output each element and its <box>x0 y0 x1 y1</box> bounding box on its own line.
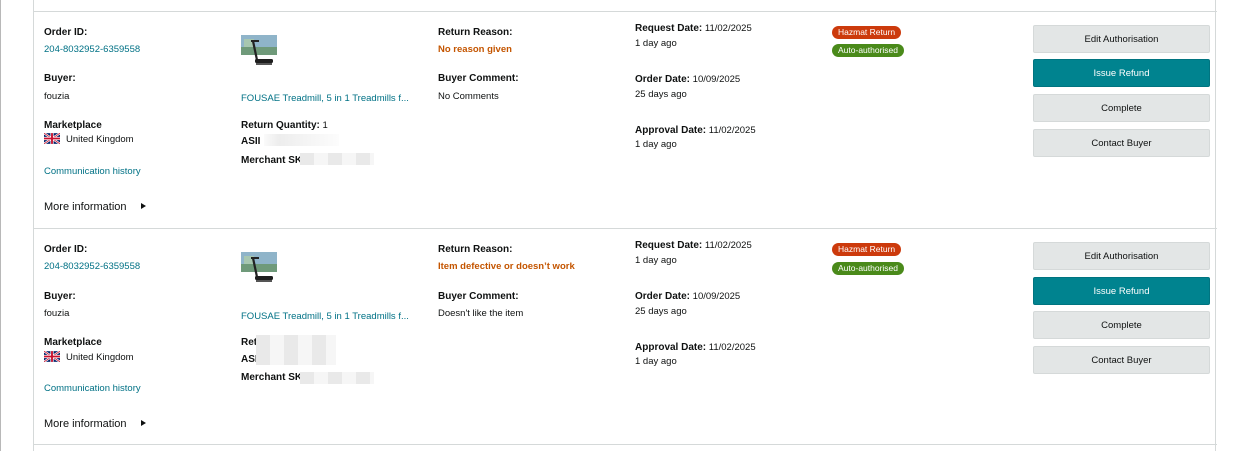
order-date-label: Order Date: <box>635 74 691 85</box>
return-reason-label: Return Reason: <box>438 27 513 38</box>
buyer-comment-value: No Comments <box>438 91 499 102</box>
return-reason-label: Return Reason: <box>438 244 513 255</box>
order-date-ago: 25 days ago <box>635 306 687 317</box>
merchant-sku-label: Merchant SK <box>241 155 303 166</box>
approval-date-ago: 1 day ago <box>635 139 677 150</box>
buyer-comment-label: Buyer Comment: <box>438 73 519 84</box>
approval-date: Approval Date: 11/02/2025 <box>635 342 756 353</box>
communication-history-link[interactable]: Communication history <box>44 383 141 394</box>
buyer-comment-label: Buyer Comment: <box>438 291 519 302</box>
redacted-asin <box>256 335 336 365</box>
hazmat-return-badge: Hazmat Return <box>832 26 902 39</box>
return-quantity: Return Quantity: 1 <box>241 120 328 131</box>
buyer-name: fouzia <box>44 308 70 319</box>
order-id-link[interactable]: 204-8032952-6359558 <box>44 261 140 272</box>
return-row: Order ID: 204-8032952-6359558 Buyer: fou… <box>34 228 1217 445</box>
edit-authorisation-button[interactable]: Edit Authorisation <box>1033 25 1210 53</box>
approval-date: Approval Date: 11/02/2025 <box>635 125 756 136</box>
marketplace-label: Marketplace <box>44 337 102 348</box>
order-id-label: Order ID: <box>44 27 88 38</box>
marketplace-label: Marketplace <box>44 120 102 131</box>
returns-list: Order ID: 204-8032952-6359558 Buyer: fou… <box>33 0 1217 451</box>
marketplace-value: United Kingdom <box>44 133 134 145</box>
uk-flag-icon <box>44 133 60 144</box>
manage-returns-page: Order ID: 204-8032952-6359558 Buyer: fou… <box>0 0 1255 451</box>
request-date-label: Request Date: <box>635 240 703 251</box>
approval-date-ago: 1 day ago <box>635 356 677 367</box>
triangle-right-icon <box>140 203 146 209</box>
more-information-label: More information <box>44 201 127 213</box>
order-date-value: 10/09/2025 <box>692 291 741 302</box>
auto-authorised-badge: Auto-authorised <box>832 44 905 57</box>
buyer-name: fouzia <box>44 91 70 102</box>
buyer-label: Buyer: <box>44 73 76 84</box>
redacted-asin <box>264 134 339 146</box>
order-date-ago: 25 days ago <box>635 89 687 100</box>
request-date-value: 11/02/2025 <box>704 23 752 34</box>
order-id-label: Order ID: <box>44 244 88 255</box>
more-information-toggle[interactable]: More information <box>44 201 146 213</box>
marketplace-name: United Kingdom <box>66 352 134 363</box>
request-date-label: Request Date: <box>635 23 703 34</box>
treadmill-image-icon <box>241 252 277 282</box>
order-date-value: 10/09/2025 <box>692 74 741 85</box>
complete-button[interactable]: Complete <box>1033 311 1210 339</box>
communication-history-link[interactable]: Communication history <box>44 166 141 177</box>
request-date-ago: 1 day ago <box>635 255 677 266</box>
return-row: Order ID: 204-8032952-6359558 Buyer: fou… <box>34 11 1217 228</box>
return-reason-value: Item defective or doesn’t work <box>438 261 575 272</box>
order-date-label: Order Date: <box>635 291 691 302</box>
buyer-comment-value: Doesn't like the item <box>438 308 524 319</box>
issue-refund-button[interactable]: Issue Refund <box>1033 59 1210 87</box>
edit-authorisation-button[interactable]: Edit Authorisation <box>1033 242 1210 270</box>
complete-button[interactable]: Complete <box>1033 94 1210 122</box>
product-title-link[interactable]: FOUSAE Treadmill, 5 in 1 Treadmills f... <box>241 311 409 322</box>
asin-label: ASII <box>241 136 261 147</box>
marketplace-value: United Kingdom <box>44 351 134 363</box>
issue-refund-button[interactable]: Issue Refund <box>1033 277 1210 305</box>
approval-date-label: Approval Date: <box>635 342 707 353</box>
approval-date-value: 11/02/2025 <box>708 342 756 353</box>
return-quantity-label: Return Quantity: <box>241 120 320 131</box>
product-thumbnail[interactable] <box>241 33 277 74</box>
merchant-sku-label: Merchant SK <box>241 372 303 383</box>
contact-buyer-button[interactable]: Contact Buyer <box>1033 129 1210 157</box>
contact-buyer-button[interactable]: Contact Buyer <box>1033 346 1210 374</box>
order-id-link[interactable]: 204-8032952-6359558 <box>44 44 140 55</box>
request-date: Request Date: 11/02/2025 <box>635 240 752 251</box>
request-date-value: 11/02/2025 <box>704 240 752 251</box>
return-quantity-value: 1 <box>322 120 328 131</box>
order-date: Order Date: 10/09/2025 <box>635 74 740 85</box>
order-date: Order Date: 10/09/2025 <box>635 291 740 302</box>
uk-flag-icon <box>44 351 60 362</box>
window-edge <box>0 0 1 451</box>
approval-date-value: 11/02/2025 <box>708 125 756 136</box>
product-title-link[interactable]: FOUSAE Treadmill, 5 in 1 Treadmills f... <box>241 93 409 104</box>
more-information-label: More information <box>44 418 127 430</box>
hazmat-return-badge: Hazmat Return <box>832 243 902 256</box>
redacted-sku <box>300 372 374 384</box>
treadmill-image-icon <box>241 35 277 65</box>
product-thumbnail[interactable] <box>241 250 277 291</box>
buyer-label: Buyer: <box>44 291 76 302</box>
redacted-sku <box>300 153 374 165</box>
more-information-toggle[interactable]: More information <box>44 418 146 430</box>
return-reason-value: No reason given <box>438 44 512 55</box>
request-date-ago: 1 day ago <box>635 38 677 49</box>
approval-date-label: Approval Date: <box>635 125 707 136</box>
marketplace-name: United Kingdom <box>66 134 134 145</box>
triangle-right-icon <box>140 420 146 426</box>
request-date: Request Date: 11/02/2025 <box>635 23 752 34</box>
auto-authorised-badge: Auto-authorised <box>832 262 905 275</box>
